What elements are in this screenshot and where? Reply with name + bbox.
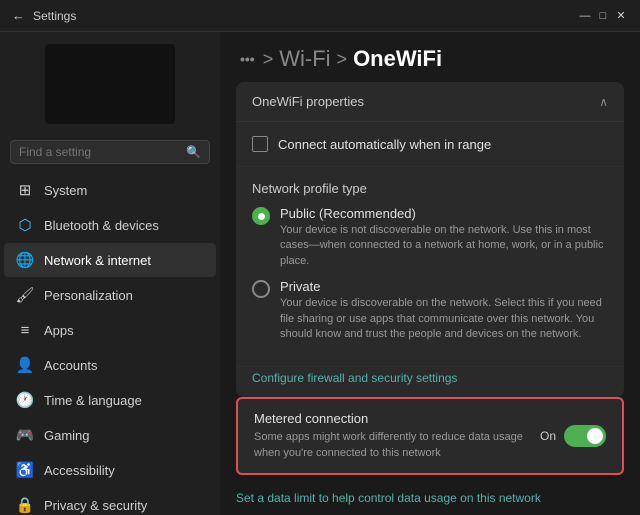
search-input[interactable] <box>19 145 186 159</box>
sidebar-item-label: Network & internet <box>44 253 151 268</box>
breadcrumb-onewifi: OneWiFi <box>353 46 442 72</box>
sidebar-item-label: Time & language <box>44 393 142 408</box>
privacy-icon: 🔒 <box>16 496 34 514</box>
accounts-icon: 👤 <box>16 356 34 374</box>
bluetooth-icon: ⬡ <box>16 216 34 234</box>
sidebar-item-time[interactable]: 🕐 Time & language <box>4 383 216 417</box>
personalization-icon: 🖌 <box>16 286 34 304</box>
gaming-icon: 🎮 <box>16 426 34 444</box>
radio-public-label: Public (Recommended) <box>280 206 608 221</box>
sidebar-item-label: Personalization <box>44 288 133 303</box>
metered-section: Metered connection Some apps might work … <box>236 397 624 475</box>
title-bar-left: ← Settings <box>12 8 76 23</box>
breadcrumb-wifi[interactable]: Wi-Fi <box>279 46 330 72</box>
sidebar-item-label: Gaming <box>44 428 90 443</box>
content-area: ••• > Wi-Fi > OneWiFi OneWiFi properties… <box>220 32 640 515</box>
sidebar-item-system[interactable]: ⊞ System <box>4 173 216 207</box>
metered-toggle[interactable] <box>564 425 606 447</box>
radio-private-label: Private <box>280 279 608 294</box>
title-bar: ← Settings — □ ✕ <box>0 0 640 32</box>
sidebar-item-personalization[interactable]: 🖌 Personalization <box>4 278 216 312</box>
nav-list: ⊞ System ⬡ Bluetooth & devices 🌐 Network… <box>0 172 220 515</box>
radio-public-content: Public (Recommended) Your device is not … <box>280 206 608 269</box>
radio-private-desc: Your device is discoverable on the netwo… <box>280 296 608 342</box>
accessibility-icon: ♿ <box>16 461 34 479</box>
collapse-icon[interactable]: ∧ <box>599 95 608 109</box>
metered-toggle-row: On <box>540 425 606 447</box>
radio-public-desc: Your device is not discoverable on the n… <box>280 223 608 269</box>
properties-panel: OneWiFi properties ∧ Connect automatical… <box>236 82 624 397</box>
network-profile-label: Network profile type <box>252 181 608 196</box>
close-button[interactable]: ✕ <box>614 9 628 23</box>
sidebar-item-label: Accessibility <box>44 463 115 478</box>
sidebar-item-label: Bluetooth & devices <box>44 218 159 233</box>
back-icon[interactable]: ← <box>12 8 25 23</box>
sidebar-item-label: System <box>44 183 87 198</box>
sidebar-item-privacy[interactable]: 🔒 Privacy & security <box>4 488 216 515</box>
firewall-link[interactable]: Configure firewall and security settings <box>236 367 624 397</box>
breadcrumb-dots[interactable]: ••• <box>240 51 255 67</box>
user-avatar <box>45 44 175 124</box>
metered-title: Metered connection <box>254 411 540 426</box>
sidebar-item-label: Accounts <box>44 358 97 373</box>
sidebar-item-accessibility[interactable]: ♿ Accessibility <box>4 453 216 487</box>
apps-icon: ≡ <box>16 321 34 339</box>
toggle-label: On <box>540 429 556 443</box>
minimize-button[interactable]: — <box>578 9 592 23</box>
metered-text: Metered connection Some apps might work … <box>254 411 540 461</box>
title-bar-controls: — □ ✕ <box>578 9 628 23</box>
radio-private-content: Private Your device is discoverable on t… <box>280 279 608 342</box>
connect-auto-row: Connect automatically when in range <box>252 136 608 152</box>
network-profile-section: Network profile type Public (Recommended… <box>236 167 624 367</box>
data-limit-link[interactable]: Set a data limit to help control data us… <box>220 485 640 515</box>
sidebar-item-label: Apps <box>44 323 74 338</box>
panel-title: OneWiFi properties <box>252 94 364 109</box>
radio-public-circle[interactable] <box>252 207 270 225</box>
panel-header: OneWiFi properties ∧ <box>236 82 624 122</box>
connect-auto-section: Connect automatically when in range <box>236 122 624 167</box>
search-box[interactable]: 🔍 <box>10 140 210 164</box>
breadcrumb-sep1: > <box>263 49 274 70</box>
metered-desc: Some apps might work differently to redu… <box>254 430 540 461</box>
time-icon: 🕐 <box>16 391 34 409</box>
sidebar-item-label: Privacy & security <box>44 498 147 513</box>
connect-auto-checkbox[interactable] <box>252 136 268 152</box>
breadcrumb: ••• > Wi-Fi > OneWiFi <box>220 32 640 82</box>
radio-private-circle[interactable] <box>252 280 270 298</box>
sidebar-item-bluetooth[interactable]: ⬡ Bluetooth & devices <box>4 208 216 242</box>
radio-private[interactable]: Private Your device is discoverable on t… <box>252 279 608 342</box>
maximize-button[interactable]: □ <box>596 9 610 23</box>
network-icon: 🌐 <box>16 251 34 269</box>
connect-auto-label: Connect automatically when in range <box>278 137 491 152</box>
system-icon: ⊞ <box>16 181 34 199</box>
sidebar-item-gaming[interactable]: 🎮 Gaming <box>4 418 216 452</box>
sidebar-item-apps[interactable]: ≡ Apps <box>4 313 216 347</box>
breadcrumb-sep2: > <box>337 49 348 70</box>
app-container: 🔍 ⊞ System ⬡ Bluetooth & devices 🌐 Netwo… <box>0 32 640 515</box>
sidebar: 🔍 ⊞ System ⬡ Bluetooth & devices 🌐 Netwo… <box>0 32 220 515</box>
search-icon: 🔍 <box>186 145 201 159</box>
title-bar-title: Settings <box>33 9 76 23</box>
sidebar-item-accounts[interactable]: 👤 Accounts <box>4 348 216 382</box>
sidebar-item-network[interactable]: 🌐 Network & internet <box>4 243 216 277</box>
radio-public[interactable]: Public (Recommended) Your device is not … <box>252 206 608 269</box>
